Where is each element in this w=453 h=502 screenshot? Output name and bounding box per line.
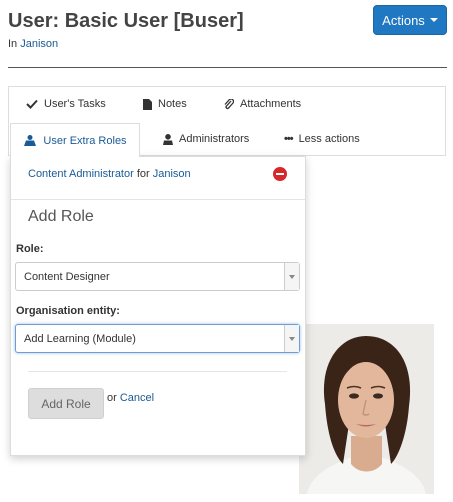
existing-role: Content Administrator for Janison — [28, 168, 191, 180]
or-text: or — [107, 392, 117, 404]
tab-label: Attachments — [240, 98, 302, 110]
org-entity-select-value: Add Learning (Module) — [24, 332, 136, 345]
breadcrumb-prefix: In — [8, 38, 18, 50]
add-role-button[interactable]: Add Role — [28, 388, 104, 419]
breadcrumb-link[interactable]: Janison — [20, 38, 58, 50]
tab-label: Administrators — [179, 133, 250, 145]
tab-users-tasks[interactable]: User's Tasks — [26, 98, 106, 110]
org-entity-label: Organisation entity: — [16, 305, 120, 317]
user-icon — [163, 133, 173, 145]
chevron-down-icon — [284, 263, 299, 290]
caret-down-icon — [429, 18, 438, 22]
tab-label: User Extra Roles — [43, 134, 127, 147]
role-label: Role: — [16, 243, 44, 255]
tab-notes[interactable]: Notes — [143, 98, 187, 110]
users-icon — [24, 135, 37, 146]
chevron-down-icon — [284, 325, 299, 352]
tab-label: Less actions — [298, 133, 360, 145]
paperclip-icon — [224, 98, 234, 109]
tab-administrators[interactable]: Administrators — [163, 133, 249, 145]
cancel-row: or Cancel — [107, 392, 154, 404]
cancel-link[interactable]: Cancel — [120, 392, 154, 404]
org-entity-select[interactable]: Add Learning (Module) — [15, 324, 300, 353]
page-title: User: Basic User [Buser] — [8, 10, 244, 32]
header-divider — [8, 67, 447, 68]
tab-attachments[interactable]: Attachments — [224, 98, 301, 110]
divider — [11, 199, 305, 200]
document-icon — [143, 98, 152, 110]
role-select[interactable]: Content Designer — [15, 262, 300, 291]
check-icon — [26, 99, 38, 109]
extra-roles-panel: Content Administrator for Janison Add Ro… — [10, 156, 306, 456]
entity-link[interactable]: Janison — [153, 168, 191, 180]
role-connector: for — [136, 168, 150, 180]
remove-role-icon[interactable] — [273, 167, 287, 181]
tab-user-extra-roles[interactable]: User Extra Roles — [10, 123, 140, 157]
tab-label: User's Tasks — [44, 98, 106, 110]
breadcrumb: In Janison — [8, 38, 58, 50]
actions-label: Actions — [382, 12, 425, 28]
actions-button[interactable]: Actions — [373, 5, 447, 35]
role-select-value: Content Designer — [24, 270, 110, 283]
add-role-heading: Add Role — [28, 208, 94, 225]
role-link[interactable]: Content Administrator — [28, 168, 134, 180]
user-photo — [299, 324, 434, 494]
ellipsis-icon: ••• — [284, 133, 294, 145]
tab-label: Notes — [158, 98, 187, 110]
divider — [28, 371, 287, 372]
tab-less-actions[interactable]: ••• Less actions — [284, 133, 360, 145]
